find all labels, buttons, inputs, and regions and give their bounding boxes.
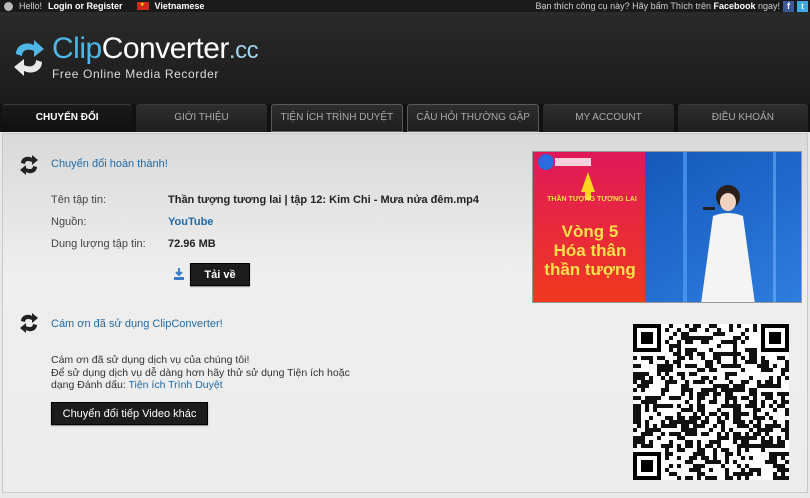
thanks-title: Cám ơn đã sử dụng ClipConverter! [51,318,223,330]
logo-subtitle: Free Online Media Recorder [52,67,220,81]
hello-text: Hello! [19,1,43,11]
twitter-icon[interactable]: t [797,0,808,12]
video-thumbnail[interactable]: THẦN TƯỢNG TƯƠNG LAI Vòng 5 Hóa thân thầ… [532,151,802,303]
browser-addon-link[interactable]: Tiện ích Trình Duyệt [128,379,222,391]
main-nav: CHUYỂN ĐỔI GIỚI THIỆU TIỆN ÍCH TRÌNH DUY… [0,104,810,132]
facebook-link[interactable]: Facebook [713,1,755,11]
source-label: Nguồn: [51,216,87,228]
filename-label: Tên tập tin: [51,194,107,206]
thanks-paragraph: Cám ơn đã sử dụng dịch vụ của chúng tôi!… [51,354,350,391]
login-link[interactable]: Login or Register [48,1,123,11]
tab-my-account[interactable]: MY ACCOUNT [543,104,674,132]
filesize-value: 72.96 MB [168,238,216,250]
site-header: ClipConverter.cc Free Online Media Recor… [0,12,810,104]
filesize-label: Dung lượng tập tin: [51,238,146,250]
filename-value: Thần tượng tương lai | tập 12: Kim Chi -… [168,194,479,206]
thanks-arrows-icon [20,313,38,333]
download-button[interactable]: Tải về [190,263,250,286]
show-title-text: THẦN TƯỢNG TƯƠNG LAI [547,196,637,203]
user-icon [4,1,13,11]
facebook-icon[interactable]: f [783,0,794,12]
logo-arrows-icon[interactable] [12,38,46,78]
tab-convert[interactable]: CHUYỂN ĐỔI [2,104,133,132]
top-bar: Hello! Login or Register Vietnamese Bạn … [0,0,810,12]
convert-another-video-button[interactable]: Chuyển đổi tiếp Video khác [51,402,208,425]
convert-arrows-icon [20,155,38,175]
tab-about[interactable]: GIỚI THIỆU [136,104,267,132]
tab-browser-addons[interactable]: TIỆN ÍCH TRÌNH DUYỆT [270,104,403,132]
logo-title[interactable]: ClipConverter.cc [52,32,259,68]
tab-terms[interactable]: ĐIỀU KHOẢN [677,104,808,132]
qr-code-image [633,324,789,480]
tab-faq[interactable]: CÂU HỎI THƯỜNG GẶP [406,104,540,132]
facebook-promo: Bạn thích công cụ này? Hãy bấm Thích trê… [535,1,780,11]
main-content: Chuyển đổi hoàn thành! Tên tập tin: Thần… [2,133,808,493]
download-icon[interactable] [173,267,185,281]
source-link[interactable]: YouTube [168,216,213,228]
vietnam-flag-icon[interactable] [136,1,149,10]
language-selector[interactable]: Vietnamese [155,1,205,11]
conversion-complete-title: Chuyển đổi hoàn thành! [51,158,168,170]
round-text: Vòng 5 Hóa thân thần tượng [544,222,636,279]
